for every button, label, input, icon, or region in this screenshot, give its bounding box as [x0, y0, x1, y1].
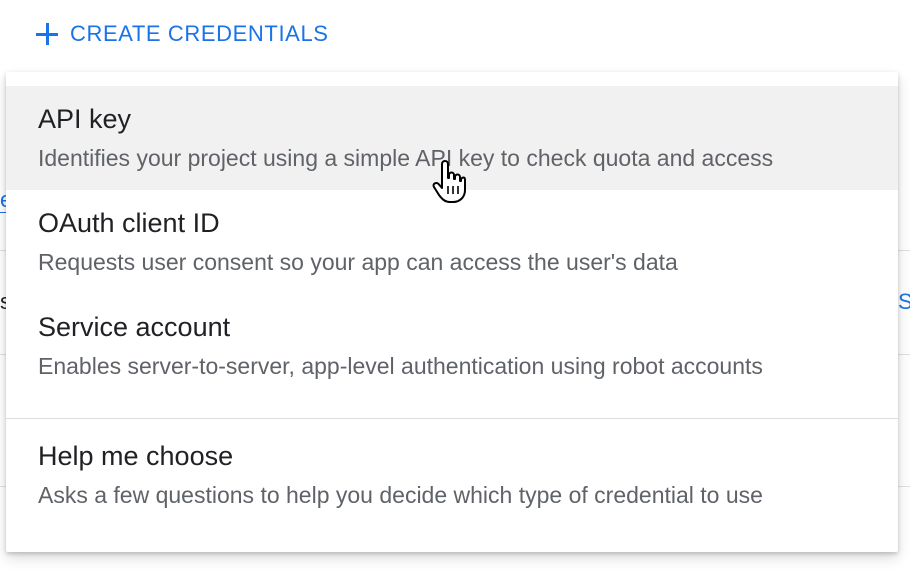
plus-icon — [36, 23, 58, 45]
menu-item-title: Service account — [38, 312, 231, 342]
menu-item-oauth-client-id[interactable]: OAuth client ID Requests user consent so… — [6, 190, 898, 294]
hand-pointer-cursor-icon — [432, 160, 466, 203]
menu-item-help-me-choose[interactable]: Help me choose Asks a few questions to h… — [6, 439, 898, 543]
menu-divider — [6, 418, 898, 419]
create-credentials-button[interactable]: CREATE CREDENTIALS — [28, 12, 337, 56]
background-link-fragment-right[interactable]: S — [898, 290, 910, 314]
menu-item-description: Asks a few questions to help you decide … — [38, 482, 763, 508]
menu-item-title: Help me choose — [38, 441, 234, 471]
menu-item-description: Enables server-to-server, app-level auth… — [38, 353, 763, 379]
menu-item-description: Requests user consent so your app can ac… — [38, 249, 678, 275]
menu-item-title: API key — [38, 104, 132, 134]
create-credentials-label: CREATE CREDENTIALS — [70, 21, 329, 46]
create-credentials-menu: API key Identifies your project using a … — [6, 72, 898, 552]
menu-item-title: OAuth client ID — [38, 208, 220, 238]
menu-item-service-account[interactable]: Service account Enables server-to-server… — [6, 294, 898, 398]
credentials-page: e s S CREATE CREDENTIALS API key Identif… — [0, 0, 910, 576]
